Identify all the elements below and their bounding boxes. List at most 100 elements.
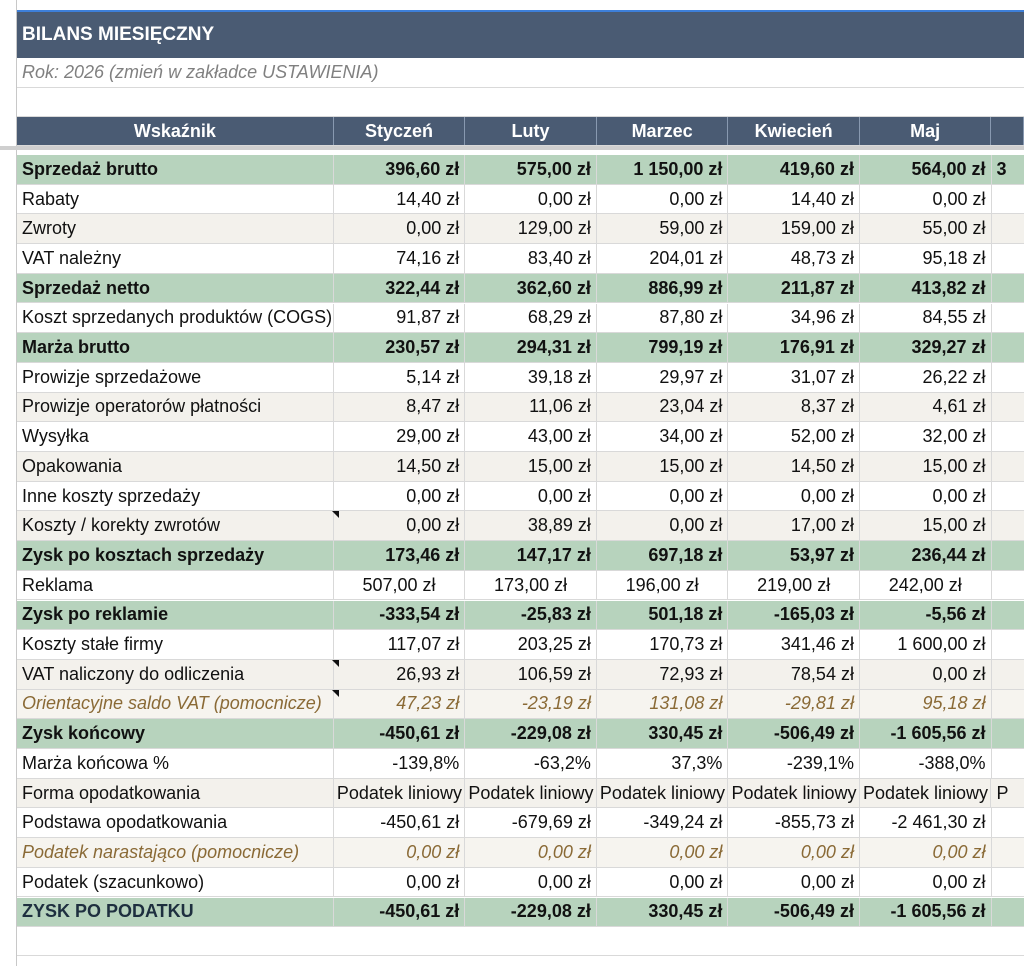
row-label-cell[interactable]: Koszt sprzedanych produktów (COGS)	[17, 303, 334, 333]
value-cell[interactable]: 0,00 zł	[597, 867, 729, 897]
value-cell[interactable]: 15,00 zł	[597, 452, 729, 481]
value-cell[interactable]: -388,0%	[860, 749, 992, 778]
value-cell[interactable]: 0,00 zł	[728, 838, 860, 867]
column-header-month[interactable]: Styczeń	[334, 117, 466, 145]
value-cell[interactable]: -2 461,30 zł	[860, 808, 992, 838]
value-cell[interactable]: 78,54 zł	[728, 659, 860, 689]
value-cell[interactable]: 0,00 zł	[334, 214, 466, 244]
value-cell[interactable]: 55,00 zł	[860, 214, 992, 244]
year-note[interactable]: Rok: 2026 (zmień w zakładce USTAWIENIA)	[17, 58, 1024, 88]
value-cell[interactable]: 0,00 zł	[597, 481, 729, 511]
value-cell[interactable]: 886,99 zł	[597, 273, 729, 303]
overflow-cell[interactable]	[992, 601, 1024, 630]
overflow-cell[interactable]	[992, 511, 1024, 540]
value-cell[interactable]: 211,87 zł	[728, 273, 860, 303]
column-header-month[interactable]: Kwiecień	[728, 117, 860, 145]
value-cell[interactable]: 0,00 zł	[334, 867, 466, 897]
row-label-cell[interactable]: Podstawa opodatkowania	[17, 808, 334, 838]
value-cell[interactable]: 5,14 zł	[334, 362, 466, 392]
value-cell[interactable]: Podatek liniowy	[728, 778, 860, 808]
row-label-cell[interactable]: Wysyłka	[17, 422, 334, 451]
value-cell[interactable]: -139,8%	[334, 749, 466, 778]
row-label-cell[interactable]: Koszty stałe firmy	[17, 630, 334, 659]
row-label-cell[interactable]: Marża końcowa %	[17, 749, 334, 778]
overflow-cell[interactable]	[992, 422, 1024, 451]
value-cell[interactable]: 23,04 zł	[597, 392, 729, 422]
row-label-cell[interactable]: Orientacyjne saldo VAT (pomocnicze)	[17, 689, 334, 719]
overflow-cell[interactable]	[992, 808, 1024, 837]
value-cell[interactable]: 0,00 zł	[597, 184, 729, 214]
spreadsheet[interactable]: BILANS MIESIĘCZNY Rok: 2026 (zmień w zak…	[0, 0, 1024, 966]
value-cell[interactable]: Podatek liniowy	[465, 778, 597, 808]
value-cell[interactable]: -349,24 zł	[597, 808, 729, 838]
overflow-cell[interactable]	[992, 838, 1024, 867]
value-cell[interactable]: -679,69 zł	[465, 808, 597, 838]
row-label-cell[interactable]: Podatek narastająco (pomocnicze)	[17, 838, 334, 867]
column-header-overflow[interactable]	[991, 117, 1024, 145]
value-cell[interactable]: -229,08 zł	[465, 897, 597, 927]
value-cell[interactable]: 14,40 zł	[728, 184, 860, 214]
value-cell[interactable]: 799,19 zł	[597, 333, 729, 362]
value-cell[interactable]: 0,00 zł	[334, 511, 466, 541]
value-cell[interactable]: 31,07 zł	[728, 362, 860, 392]
value-cell[interactable]: -450,61 zł	[334, 719, 466, 748]
blank-row[interactable]	[17, 88, 1024, 117]
value-cell[interactable]: 1 600,00 zł	[860, 630, 992, 659]
value-cell[interactable]: 8,47 zł	[334, 392, 466, 422]
overflow-cell[interactable]	[992, 452, 1024, 481]
value-cell[interactable]: -333,54 zł	[334, 600, 466, 630]
value-cell[interactable]: -450,61 zł	[334, 897, 466, 927]
value-cell[interactable]: 322,44 zł	[334, 273, 466, 303]
value-cell[interactable]: 14,50 zł	[334, 452, 466, 481]
value-cell[interactable]: 48,73 zł	[728, 244, 860, 273]
overflow-cell[interactable]	[992, 274, 1024, 303]
value-cell[interactable]: 419,60 zł	[728, 155, 860, 184]
value-cell[interactable]: 0,00 zł	[860, 481, 992, 511]
value-cell[interactable]: 34,96 zł	[728, 303, 860, 333]
value-cell[interactable]: 176,91 zł	[728, 333, 860, 362]
value-cell[interactable]: 117,07 zł	[334, 630, 466, 659]
cell-note-indicator[interactable]	[332, 659, 339, 667]
value-cell[interactable]: 329,27 zł	[860, 333, 992, 362]
row-label-cell[interactable]: Rabaty	[17, 184, 334, 214]
value-cell[interactable]: 0,00 zł	[597, 838, 729, 867]
value-cell[interactable]: 697,18 zł	[597, 541, 729, 570]
value-cell[interactable]: 173,46 zł	[334, 541, 466, 570]
value-cell[interactable]: 362,60 zł	[465, 273, 597, 303]
value-cell[interactable]: 43,00 zł	[465, 422, 597, 451]
value-cell[interactable]: 242,00 zł	[860, 570, 992, 600]
blank-row[interactable]	[17, 927, 1024, 956]
value-cell[interactable]: 84,55 zł	[860, 303, 992, 333]
value-cell[interactable]: -165,03 zł	[728, 600, 860, 630]
value-cell[interactable]: 34,00 zł	[597, 422, 729, 451]
value-cell[interactable]: -450,61 zł	[334, 808, 466, 838]
value-cell[interactable]: 0,00 zł	[334, 838, 466, 867]
value-cell[interactable]: 507,00 zł	[334, 570, 466, 600]
value-cell[interactable]: Podatek liniowy	[597, 778, 729, 808]
value-cell[interactable]: 87,80 zł	[597, 303, 729, 333]
overflow-cell[interactable]	[992, 719, 1024, 748]
row-label-cell[interactable]: Forma opodatkowania	[17, 778, 334, 808]
value-cell[interactable]: 129,00 zł	[465, 214, 597, 244]
value-cell[interactable]: 341,46 zł	[728, 630, 860, 659]
overflow-cell[interactable]	[992, 482, 1024, 511]
value-cell[interactable]: 1 150,00 zł	[597, 155, 729, 184]
row-label-cell[interactable]: Zysk po reklamie	[17, 600, 334, 630]
overflow-cell[interactable]	[992, 363, 1024, 392]
value-cell[interactable]: -1 605,56 zł	[860, 719, 992, 748]
value-cell[interactable]: 68,29 zł	[465, 303, 597, 333]
column-header-month[interactable]: Luty	[465, 117, 597, 145]
overflow-cell[interactable]	[992, 541, 1024, 570]
value-cell[interactable]: -23,19 zł	[465, 689, 597, 719]
overflow-cell[interactable]: 3	[992, 155, 1024, 184]
value-cell[interactable]: 0,00 zł	[465, 184, 597, 214]
column-header-indicator[interactable]: Wskaźnik	[17, 117, 334, 145]
row-label-cell[interactable]: Podatek (szacunkowo)	[17, 867, 334, 897]
value-cell[interactable]: 204,01 zł	[597, 244, 729, 273]
row-label-cell[interactable]: Opakowania	[17, 452, 334, 481]
value-cell[interactable]: 53,97 zł	[728, 541, 860, 570]
value-cell[interactable]: 39,18 zł	[465, 362, 597, 392]
value-cell[interactable]: 95,18 zł	[860, 244, 992, 273]
value-cell[interactable]: 330,45 zł	[597, 719, 729, 748]
value-cell[interactable]: -25,83 zł	[465, 600, 597, 630]
